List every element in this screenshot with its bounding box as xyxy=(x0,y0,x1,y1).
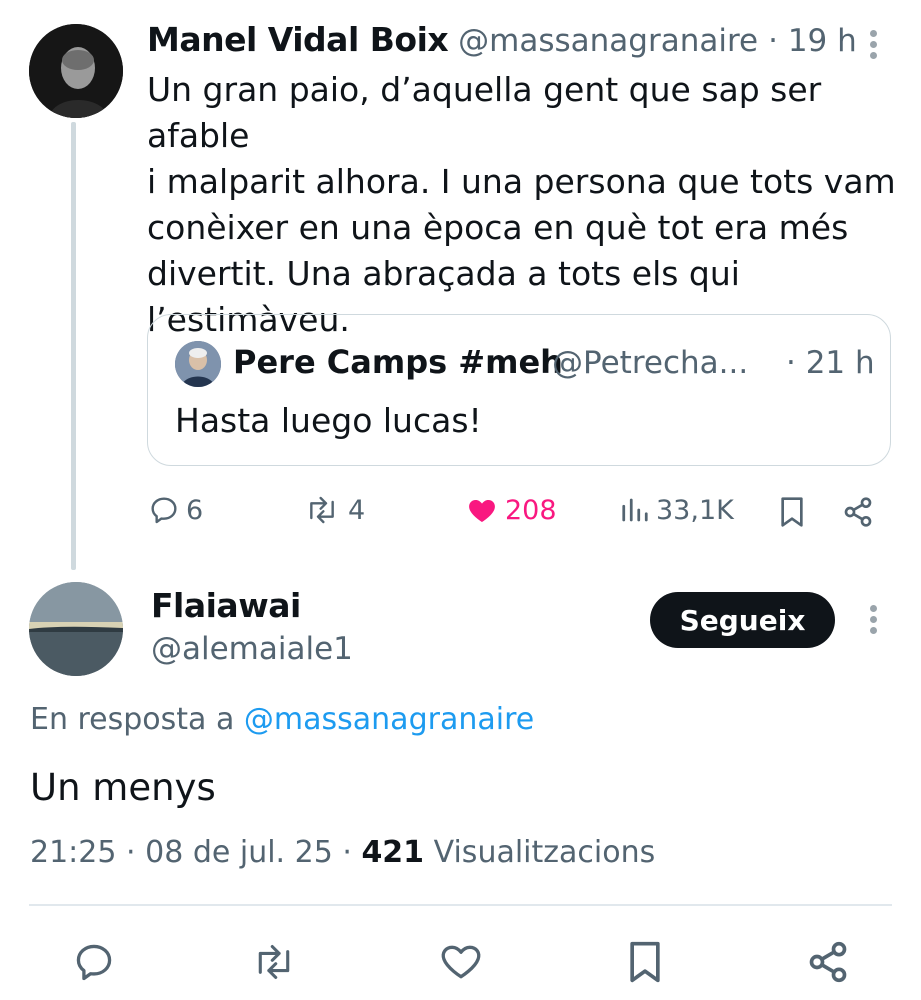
quote-author-name: Pere Camps #meh xyxy=(233,343,563,381)
reply-count: 6 xyxy=(186,494,204,526)
reply-author-name[interactable]: Flaiawai xyxy=(151,586,301,625)
author-avatar[interactable] xyxy=(29,24,123,118)
reply-icon xyxy=(76,944,112,981)
thread-connector-line xyxy=(71,122,76,570)
reply-time[interactable]: 21:25 xyxy=(30,835,116,870)
quote-text: Hasta luego lucas! xyxy=(175,401,482,440)
bottom-reply-button[interactable] xyxy=(72,940,116,984)
separator: · xyxy=(126,835,136,870)
reply-avatar-photo xyxy=(29,582,123,676)
tweet-text: Un gran paio, d’aquella gent que sap ser… xyxy=(147,67,907,343)
bookmark-action[interactable] xyxy=(778,496,806,532)
tweet-header: Manel Vidal Boix @massanagranaire · 19 h xyxy=(147,20,857,59)
tweet-text-line: divertit. Una abraçada a tots els qui xyxy=(147,254,740,293)
quoted-tweet-card[interactable]: Pere Camps #meh @Petrecha... · 21 h Hast… xyxy=(147,314,891,466)
reply-date[interactable]: 08 de jul. 25 xyxy=(145,835,333,870)
heart-filled-icon xyxy=(469,500,495,522)
bookmark-icon xyxy=(781,497,803,527)
quote-author-handle: @Petrecha... xyxy=(552,345,749,381)
reply-views-count: 421 xyxy=(361,835,425,870)
quote-author-avatar xyxy=(175,341,221,387)
repost-count: 4 xyxy=(348,494,366,526)
tweet-text-line: i malparit alhora. I una persona que tot… xyxy=(147,162,896,201)
bottom-like-button[interactable] xyxy=(438,940,482,984)
share-action[interactable] xyxy=(842,496,874,532)
reply-icon xyxy=(151,497,177,524)
repost-action[interactable]: 4 xyxy=(302,494,365,526)
in-reply-prefix: En resposta a xyxy=(30,702,235,737)
reply-author-avatar[interactable] xyxy=(29,582,123,676)
reply-timestamp-row: 21:25 · 08 de jul. 25 · 421 Visualitzaci… xyxy=(30,835,655,870)
tweet-time[interactable]: · 19 h xyxy=(768,23,857,59)
reply-views-label[interactable]: Visualitzacions xyxy=(434,835,656,870)
like-count: 208 xyxy=(505,494,557,526)
bottom-bookmark-button[interactable] xyxy=(625,940,669,984)
quote-avatar-photo xyxy=(175,341,221,387)
divider xyxy=(29,904,892,906)
bottom-share-button[interactable] xyxy=(806,940,850,984)
reply-more-options-icon[interactable] xyxy=(870,605,877,638)
repost-icon xyxy=(258,945,290,979)
follow-button[interactable]: Segueix xyxy=(650,592,835,648)
reply-action[interactable]: 6 xyxy=(148,494,203,526)
repost-icon xyxy=(310,496,334,524)
quote-time: · 21 h xyxy=(786,345,875,381)
heart-outline-icon xyxy=(441,945,481,979)
in-reply-mention-link[interactable]: @massanagranaire xyxy=(244,702,534,737)
bookmark-icon xyxy=(630,941,660,983)
tweet-text-line: conèixer en una època en què tot era més xyxy=(147,208,849,247)
author-name[interactable]: Manel Vidal Boix xyxy=(147,20,449,59)
more-options-icon[interactable] xyxy=(870,30,877,63)
views-action[interactable]: 33,1K xyxy=(620,494,734,526)
tweet-text-line: Un gran paio, d’aquella gent que sap ser… xyxy=(147,70,822,155)
share-icon xyxy=(844,497,872,527)
views-count: 33,1K xyxy=(656,494,734,526)
like-action[interactable]: 208 xyxy=(465,494,557,526)
reply-text: Un menys xyxy=(30,766,216,809)
share-icon xyxy=(809,941,847,983)
author-handle[interactable]: @massanagranaire xyxy=(458,23,758,59)
in-reply-to: En resposta a @massanagranaire xyxy=(30,702,534,737)
bottom-repost-button[interactable] xyxy=(250,940,294,984)
reply-author-handle[interactable]: @alemaiale1 xyxy=(151,631,353,667)
avatar-photo xyxy=(29,24,123,118)
views-bar-chart-icon xyxy=(622,498,648,522)
separator: · xyxy=(342,835,352,870)
